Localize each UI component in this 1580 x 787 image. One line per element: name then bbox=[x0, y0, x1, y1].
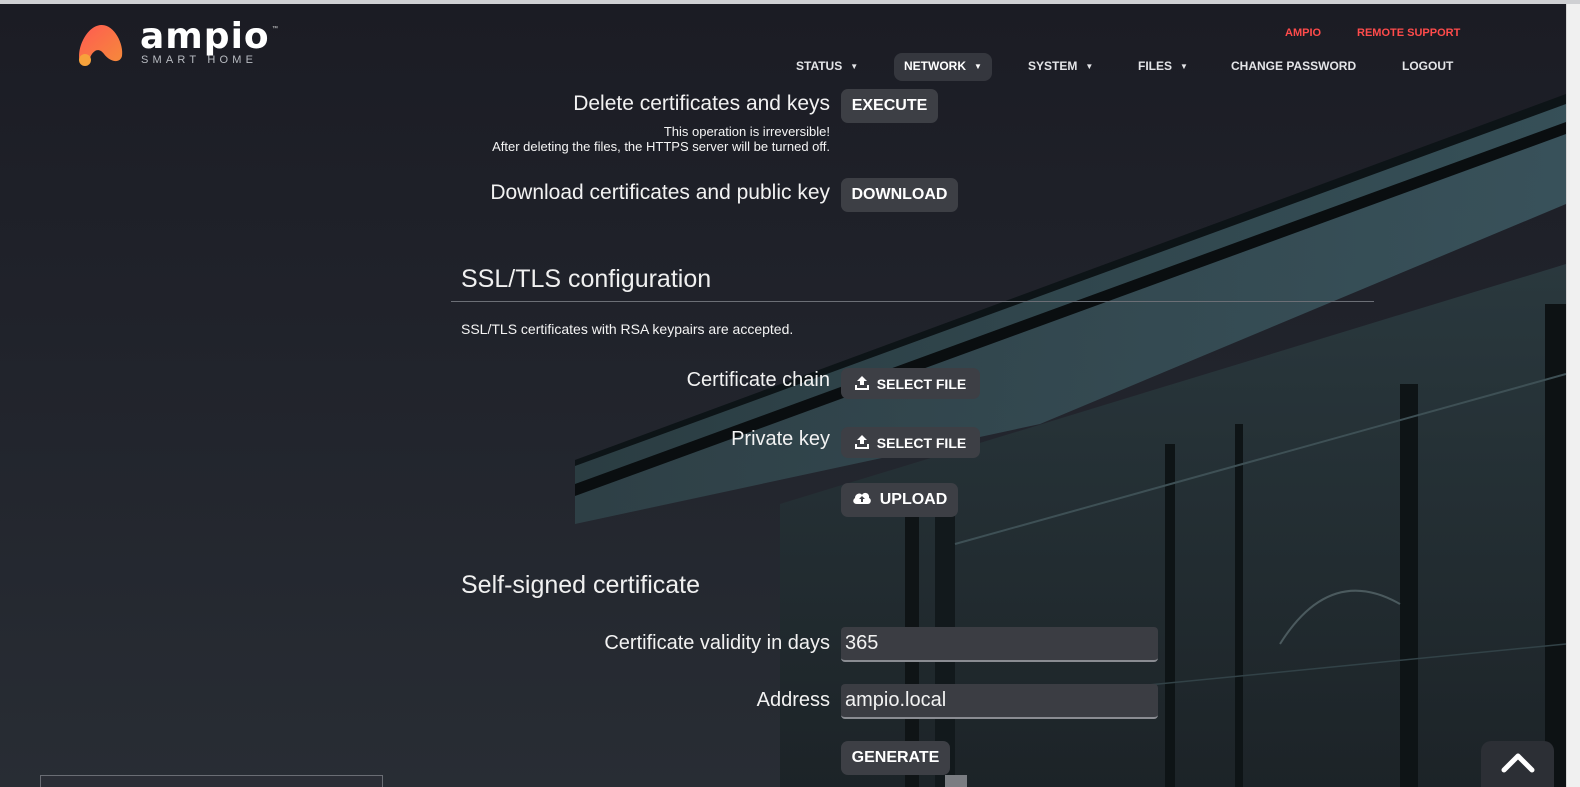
chevron-down-icon: ▼ bbox=[1180, 62, 1188, 71]
select-certificate-chain-button[interactable]: SELECT FILE bbox=[841, 368, 980, 399]
warning-irreversible: This operation is irreversible! bbox=[663, 124, 830, 139]
chevron-up-icon bbox=[1501, 751, 1535, 778]
nav-system-label: SYSTEM bbox=[1028, 59, 1078, 73]
nav-files[interactable]: FILES ▼ bbox=[1138, 59, 1188, 75]
background-photo bbox=[0, 4, 1566, 787]
certificate-chain-label: Certificate chain bbox=[686, 369, 830, 391]
select-file-label: SELECT FILE bbox=[876, 375, 967, 392]
ssl-description: SSL/TLS certificates with RSA keypairs a… bbox=[461, 321, 794, 337]
ampio-link[interactable]: AMPIO bbox=[1285, 27, 1321, 39]
nav-status[interactable]: STATUS ▼ bbox=[796, 59, 858, 75]
nav-files-label: FILES bbox=[1138, 59, 1173, 73]
select-private-key-button[interactable]: SELECT FILE bbox=[841, 427, 980, 458]
chevron-down-icon: ▼ bbox=[850, 62, 859, 71]
warning-https-off: After deleting the files, the HTTPS serv… bbox=[492, 139, 830, 154]
cloud-upload-icon bbox=[852, 490, 872, 510]
private-key-label: Private key bbox=[731, 428, 830, 450]
chevron-down-icon: ▼ bbox=[1085, 62, 1094, 71]
chevron-down-icon: ▼ bbox=[974, 62, 982, 71]
upload-label: UPLOAD bbox=[879, 491, 948, 508]
address-label: Address bbox=[756, 689, 830, 711]
nav-change-password[interactable]: CHANGE PASSWORD bbox=[1231, 59, 1356, 73]
nav-network[interactable]: NETWORK ▼ bbox=[894, 53, 992, 81]
ampio-logo-icon bbox=[79, 24, 123, 66]
brand-tagline: SMART HOME bbox=[141, 54, 258, 66]
upload-file-icon bbox=[854, 434, 869, 452]
nav-logout[interactable]: LOGOUT bbox=[1402, 59, 1453, 73]
address-input[interactable] bbox=[841, 684, 1158, 719]
scroll-to-top-button[interactable] bbox=[1481, 741, 1554, 787]
remote-support-link[interactable]: REMOTE SUPPORT bbox=[1357, 27, 1460, 39]
brand-name: ampio bbox=[140, 16, 270, 57]
validity-days-input[interactable] bbox=[841, 627, 1158, 662]
upload-button[interactable]: UPLOAD bbox=[841, 483, 958, 517]
horizontal-scrollbar[interactable] bbox=[40, 775, 383, 787]
nav-network-label: NETWORK bbox=[904, 59, 966, 73]
trademark: ™ bbox=[272, 26, 278, 32]
validity-days-label: Certificate validity in days bbox=[604, 632, 830, 654]
download-certs-label: Download certificates and public key bbox=[490, 181, 830, 204]
upload-file-icon bbox=[854, 375, 869, 393]
delete-certs-label: Delete certificates and keys bbox=[573, 92, 830, 115]
download-button[interactable]: DOWNLOAD bbox=[841, 178, 958, 212]
section-divider bbox=[451, 301, 1374, 302]
vertical-scrollbar[interactable] bbox=[1566, 4, 1580, 787]
execute-button[interactable]: EXECUTE bbox=[841, 89, 938, 123]
generate-button[interactable]: GENERATE bbox=[841, 741, 950, 775]
ssl-section-title: SSL/TLS configuration bbox=[461, 265, 712, 293]
select-file-label: SELECT FILE bbox=[876, 434, 967, 451]
nav-status-label: STATUS bbox=[796, 59, 843, 73]
self-signed-section-title: Self-signed certificate bbox=[461, 571, 701, 599]
scroll-marker bbox=[945, 775, 967, 787]
nav-system[interactable]: SYSTEM ▼ bbox=[1028, 59, 1093, 75]
